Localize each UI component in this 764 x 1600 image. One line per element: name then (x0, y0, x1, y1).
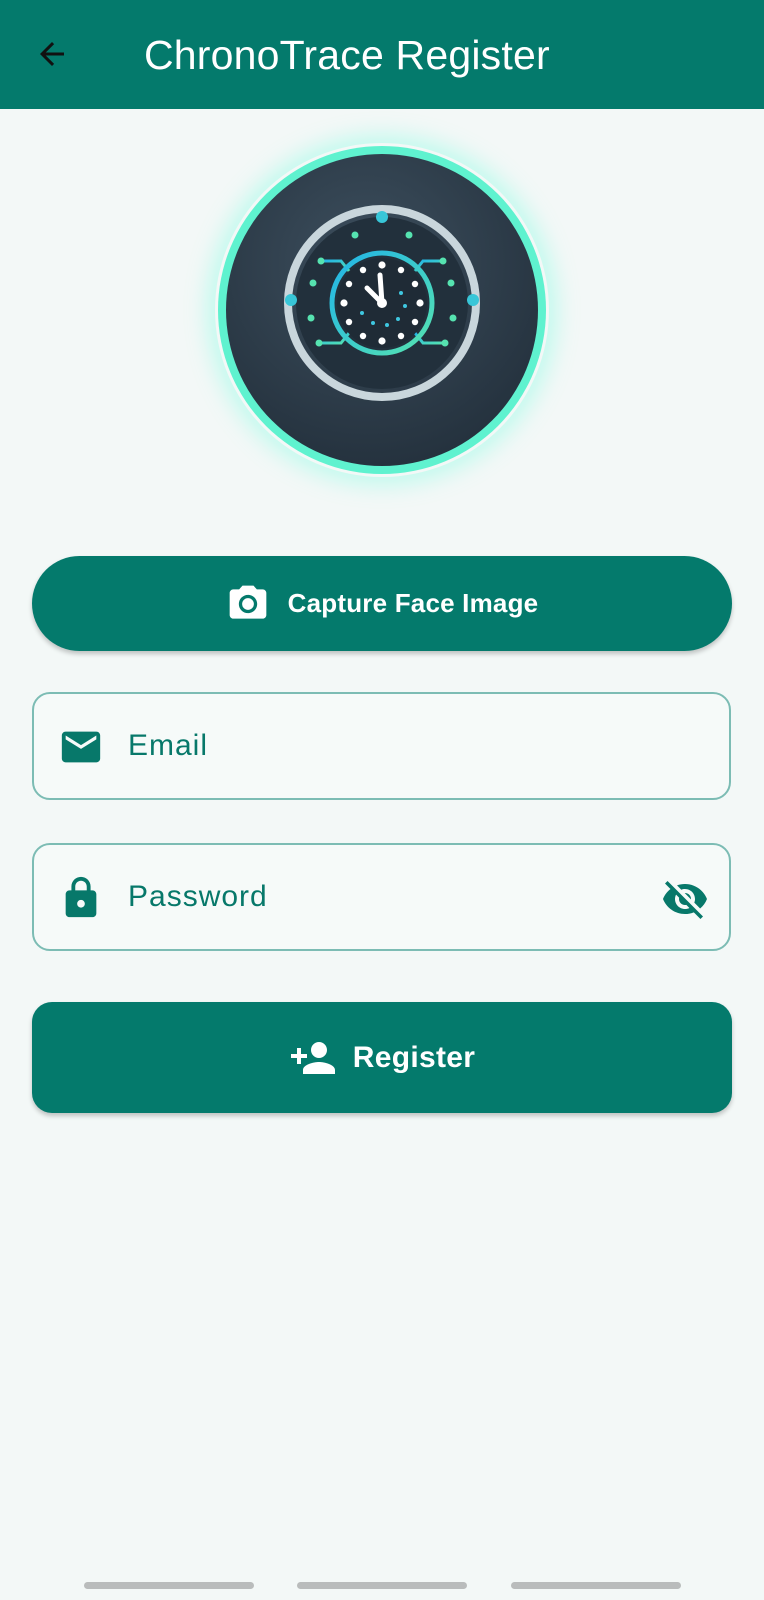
person-add-icon (290, 1041, 335, 1074)
register-label: Register (352, 1040, 476, 1074)
lock-icon (65, 876, 97, 918)
email-placeholder: Email (128, 729, 209, 762)
circuit-clock-logo (218, 146, 546, 474)
email-field[interactable]: Email (32, 692, 731, 800)
app-logo (215, 143, 549, 477)
back-button[interactable] (24, 26, 80, 82)
system-nav-pill-center (297, 1582, 467, 1589)
capture-face-label: Capture Face Image (287, 588, 539, 618)
app-bar: ChronoTrace Register (0, 0, 764, 109)
arrow-back-icon (40, 42, 64, 66)
password-placeholder: Password (128, 880, 268, 913)
camera-icon (229, 585, 266, 619)
register-button[interactable]: Register (32, 1002, 732, 1113)
page-title: ChronoTrace Register (144, 32, 550, 78)
system-nav-pill-left (84, 1582, 254, 1589)
system-nav-pill-right (511, 1582, 681, 1589)
mail-icon (61, 731, 101, 763)
capture-face-button[interactable]: Capture Face Image (32, 556, 732, 651)
visibility-off-icon[interactable] (661, 875, 709, 923)
password-field[interactable]: Password (32, 843, 731, 951)
